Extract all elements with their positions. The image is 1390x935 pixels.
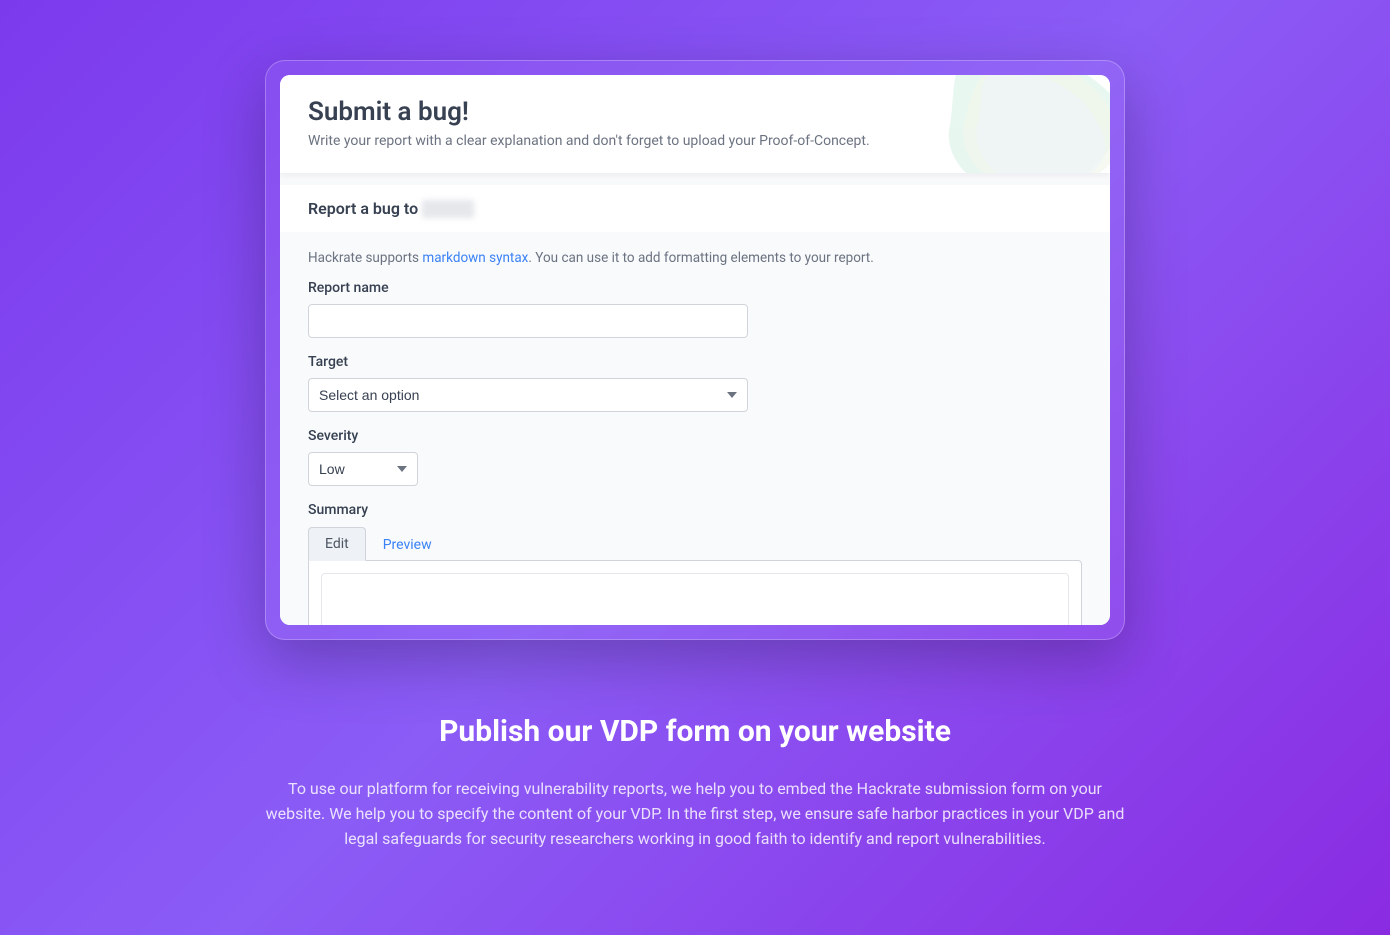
markdown-hint: Hackrate supports markdown syntax. You c…: [308, 250, 1082, 266]
field-summary: Summary Edit Preview: [308, 502, 1082, 625]
marketing-heading: Publish our VDP form on your website: [265, 714, 1125, 749]
summary-tabs: Edit Preview: [308, 526, 1082, 560]
field-severity: Severity Low: [308, 428, 1082, 486]
field-report-name: Report name: [308, 280, 1082, 338]
severity-select[interactable]: Low: [308, 452, 418, 486]
field-target: Target Select an option: [308, 354, 1082, 412]
marketing-body: To use our platform for receiving vulner…: [265, 777, 1125, 851]
marketing-section: Publish our VDP form on your website To …: [245, 714, 1145, 891]
markdown-syntax-link[interactable]: markdown syntax: [422, 250, 528, 266]
card-header: Submit a bug! Write your report with a c…: [280, 75, 1110, 173]
target-select[interactable]: Select an option: [308, 378, 748, 412]
page-title: Submit a bug!: [308, 97, 1082, 127]
page-stage: Submit a bug! Write your report with a c…: [0, 0, 1390, 935]
form-frame: Submit a bug! Write your report with a c…: [265, 60, 1125, 640]
summary-textarea[interactable]: [321, 573, 1069, 625]
severity-label: Severity: [308, 428, 1082, 444]
section-title-prefix: Report a bug to: [308, 199, 418, 218]
target-label: Target: [308, 354, 1082, 370]
report-name-label: Report name: [308, 280, 1082, 296]
tab-preview[interactable]: Preview: [366, 528, 449, 561]
tab-edit[interactable]: Edit: [308, 527, 366, 561]
hint-after: . You can use it to add formatting eleme…: [528, 250, 873, 266]
section-title: Report a bug to: [280, 185, 1110, 232]
summary-label: Summary: [308, 502, 1082, 518]
report-name-input[interactable]: [308, 304, 748, 338]
hint-before: Hackrate supports: [308, 250, 422, 266]
form-card: Submit a bug! Write your report with a c…: [280, 75, 1110, 625]
summary-editor-wrap: [308, 560, 1082, 625]
page-subtitle: Write your report with a clear explanati…: [308, 133, 1082, 149]
redacted-target-name: [422, 200, 474, 218]
form-body: Hackrate supports markdown syntax. You c…: [280, 232, 1110, 625]
